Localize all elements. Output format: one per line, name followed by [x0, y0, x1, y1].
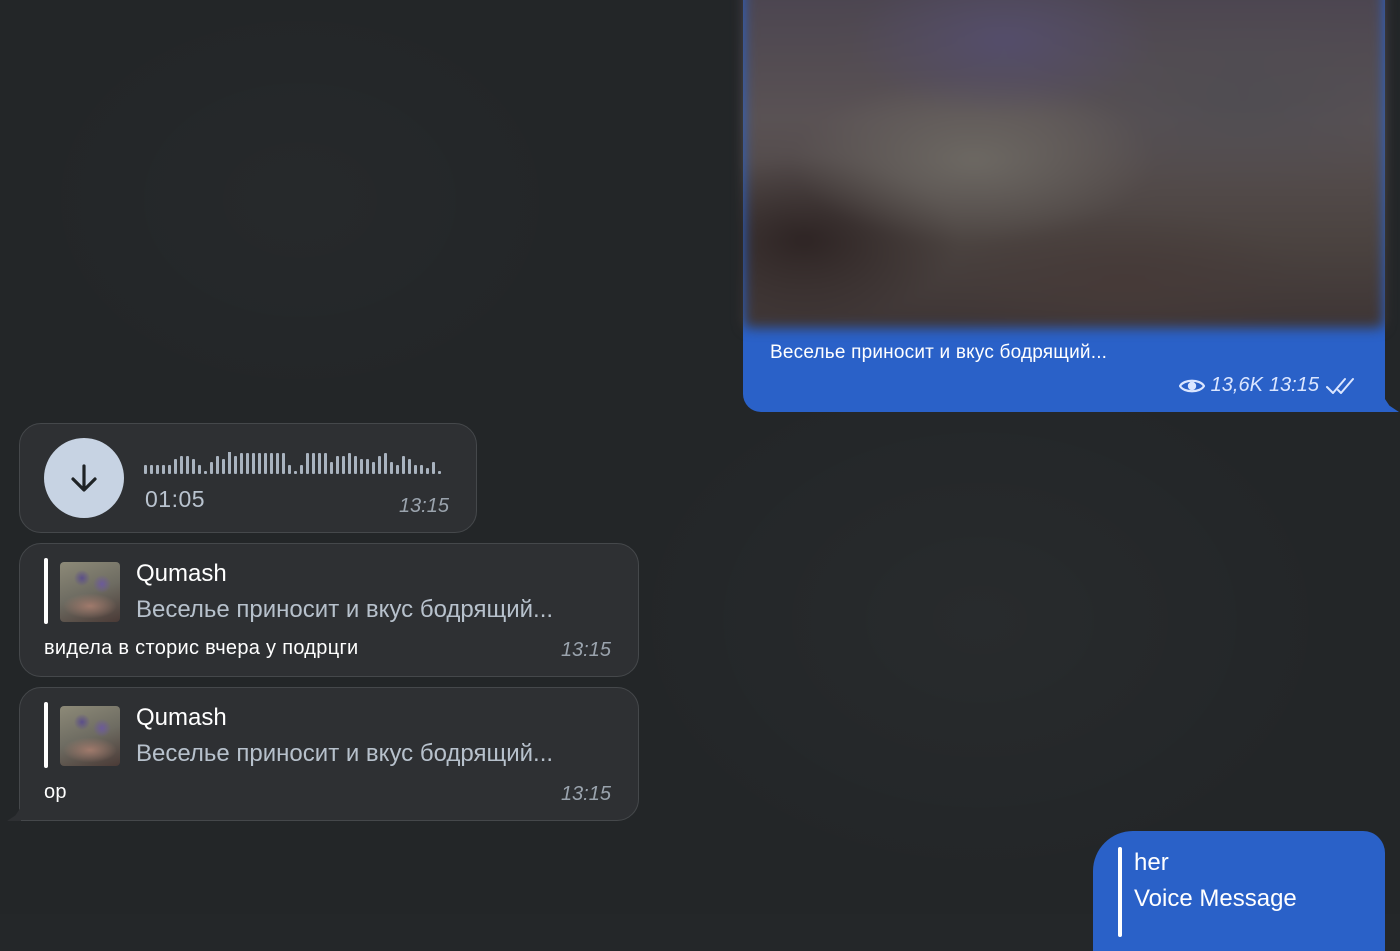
quote-bar: [44, 702, 48, 768]
quoted-media-thumbnail[interactable]: [60, 562, 120, 622]
waveform-bar: [168, 465, 171, 474]
message-text: видела в сторис вчера у подрцги: [44, 637, 359, 659]
waveform-bar: [396, 465, 399, 474]
waveform-bar: [336, 456, 339, 474]
message-time: 13:15: [560, 783, 611, 805]
quoted-text[interactable]: Voice Message: [1134, 885, 1297, 913]
outgoing-media-message[interactable]: Веселье приносит и вкус бодрящий... 13,6…: [743, 0, 1399, 412]
waveform-bar: [330, 462, 333, 474]
waveform-bar: [420, 465, 423, 474]
waveform-bar: [156, 465, 159, 474]
waveform-bar: [294, 471, 297, 474]
waveform-bar: [162, 465, 165, 474]
download-button[interactable]: [44, 438, 124, 518]
waveform-bar: [324, 453, 327, 474]
waveform-bar: [360, 459, 363, 474]
waveform-bar: [186, 456, 189, 474]
eye-icon: [1178, 377, 1205, 395]
waveform-bar: [402, 456, 405, 474]
message-meta: 13,6K 13:15: [1178, 374, 1357, 397]
download-arrow-icon: [71, 464, 97, 492]
media-preview-image[interactable]: [744, 0, 1384, 328]
waveform-bar: [258, 453, 261, 474]
waveform-bar: [426, 468, 429, 474]
waveform-bar: [378, 456, 381, 474]
message-time: 13:15: [1268, 374, 1319, 396]
waveform-bar: [234, 456, 237, 474]
quoted-media-thumbnail[interactable]: [60, 706, 120, 766]
waveform-bar: [318, 453, 321, 474]
waveform-bar: [372, 462, 375, 474]
waveform-bar: [300, 465, 303, 474]
waveform-bar: [150, 465, 153, 474]
waveform-bar: [390, 462, 393, 474]
waveform-bar: [198, 465, 201, 474]
waveform-bar: [342, 456, 345, 474]
waveform-bar: [264, 453, 267, 474]
waveform-bar: [366, 459, 369, 474]
voice-duration: 01:05: [145, 486, 206, 512]
waveform[interactable]: [144, 452, 444, 476]
waveform-bar: [174, 459, 177, 474]
waveform-bar: [270, 453, 273, 474]
double-check-icon: [1325, 376, 1357, 396]
waveform-bar: [282, 453, 285, 474]
outgoing-reply-message[interactable]: her Voice Message: [1093, 831, 1385, 951]
waveform-bar: [348, 453, 351, 474]
waveform-bar: [288, 465, 291, 474]
waveform-bar: [312, 453, 315, 474]
reply-message[interactable]: Qumash Веселье приносит и вкус бодрящий.…: [7, 687, 639, 821]
waveform-bar: [432, 462, 435, 474]
message-time: 13:15: [560, 639, 611, 661]
waveform-bar: [180, 456, 183, 474]
waveform-bar: [408, 459, 411, 474]
waveform-bar: [246, 453, 249, 474]
reply-message[interactable]: Qumash Веселье приносит и вкус бодрящий.…: [19, 543, 639, 677]
waveform-bar: [222, 459, 225, 474]
waveform-bar: [354, 456, 357, 474]
waveform-bar: [438, 471, 441, 474]
quote-bar: [44, 558, 48, 624]
quoted-author[interactable]: Qumash: [136, 704, 227, 732]
media-caption: Веселье приносит и вкус бодрящий...: [770, 342, 1108, 363]
quoted-author[interactable]: her: [1134, 849, 1169, 877]
waveform-bar: [192, 459, 195, 474]
views-count: 13,6K: [1210, 374, 1263, 396]
voice-message[interactable]: 01:05 13:15: [19, 423, 477, 533]
waveform-bar: [306, 453, 309, 474]
quoted-author[interactable]: Qumash: [136, 560, 227, 588]
waveform-bar: [414, 465, 417, 474]
waveform-bar: [384, 453, 387, 474]
message-text: ор: [44, 781, 67, 803]
message-time: 13:15: [398, 495, 449, 517]
quote-bar: [1118, 847, 1122, 937]
waveform-bar: [210, 462, 213, 474]
waveform-bar: [144, 465, 147, 474]
waveform-bar: [252, 453, 255, 474]
waveform-bar: [216, 456, 219, 474]
waveform-bar: [228, 452, 231, 474]
quoted-text[interactable]: Веселье приносит и вкус бодрящий...: [136, 740, 553, 768]
waveform-bar: [204, 471, 207, 474]
waveform-bar: [240, 453, 243, 474]
quoted-text[interactable]: Веселье приносит и вкус бодрящий...: [136, 596, 553, 624]
waveform-bar: [276, 453, 279, 474]
